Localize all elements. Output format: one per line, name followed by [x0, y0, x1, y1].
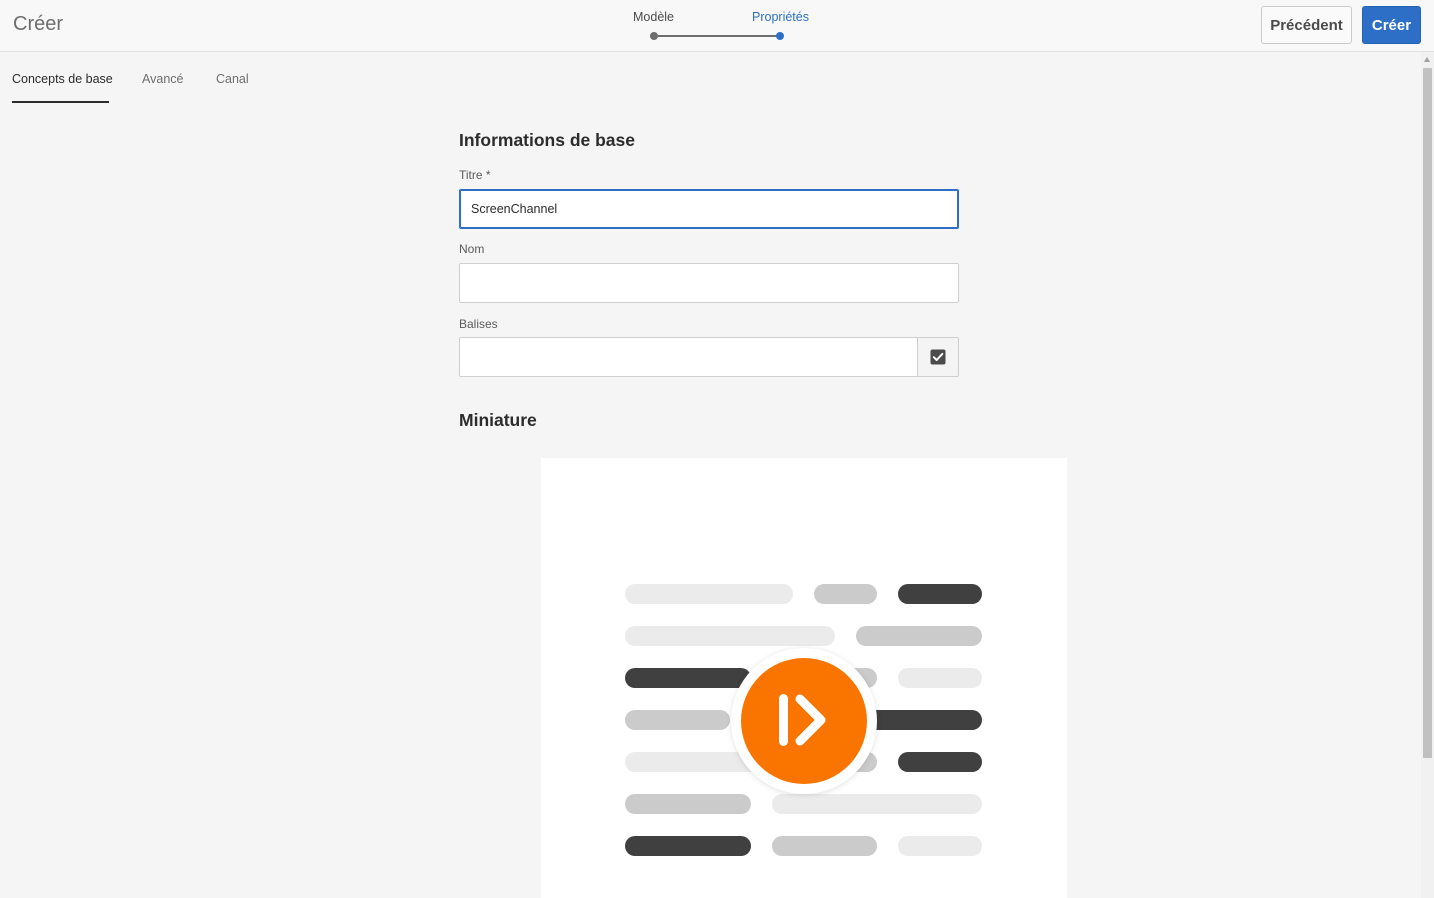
create-button[interactable]: Créer — [1362, 6, 1421, 44]
checkbox-checked-icon — [930, 349, 946, 365]
placeholder-bar — [898, 836, 982, 856]
tab-channel[interactable]: Canal — [216, 72, 249, 86]
placeholder-bar — [625, 626, 835, 646]
placeholder-bar — [625, 794, 751, 814]
tab-basic-concepts[interactable]: Concepts de base — [12, 72, 113, 86]
tab-advanced[interactable]: Avancé — [142, 72, 183, 86]
screens-badge-circle — [741, 658, 867, 784]
wizard-step-template[interactable]: Modèle — [633, 10, 674, 24]
placeholder-bar — [625, 710, 730, 730]
vertical-scrollbar[interactable] — [1421, 52, 1434, 898]
tags-label: Balises — [459, 317, 498, 331]
thumbnail-heading: Miniature — [459, 410, 537, 430]
thumbnail-preview — [541, 458, 1067, 898]
placeholder-bar — [772, 836, 877, 856]
wizard-step-template-dot — [650, 32, 658, 40]
active-tab-indicator — [12, 101, 109, 103]
placeholder-bar — [898, 752, 982, 772]
title-label: Titre * — [459, 168, 491, 182]
top-bar: Créer Modèle Propriétés Précédent Créer — [0, 0, 1434, 52]
wizard-progress: Modèle Propriétés — [600, 0, 840, 52]
scroll-up-arrow-icon[interactable] — [1424, 57, 1430, 62]
placeholder-bar — [898, 668, 982, 688]
wizard-step-properties[interactable]: Propriétés — [752, 10, 809, 24]
basic-info-heading: Informations de base — [459, 130, 636, 150]
page-title: Créer — [13, 13, 64, 35]
wizard-step-properties-dot — [776, 32, 784, 40]
name-input[interactable] — [459, 263, 959, 303]
placeholder-bar — [814, 584, 877, 604]
screens-badge — [731, 648, 877, 794]
placeholder-bar — [625, 836, 751, 856]
previous-button[interactable]: Précédent — [1261, 6, 1352, 44]
title-input[interactable] — [459, 189, 959, 229]
placeholder-bar — [898, 584, 982, 604]
placeholder-bar — [856, 626, 982, 646]
tags-picker-button[interactable] — [917, 337, 959, 377]
placeholder-bar — [625, 584, 793, 604]
scrollbar-thumb[interactable] — [1423, 68, 1432, 758]
tags-input[interactable] — [459, 337, 918, 377]
wizard-progress-line — [658, 35, 778, 37]
placeholder-bar — [772, 794, 982, 814]
placeholder-bar — [625, 668, 751, 688]
name-label: Nom — [459, 242, 485, 256]
screens-play-icon — [779, 694, 826, 746]
